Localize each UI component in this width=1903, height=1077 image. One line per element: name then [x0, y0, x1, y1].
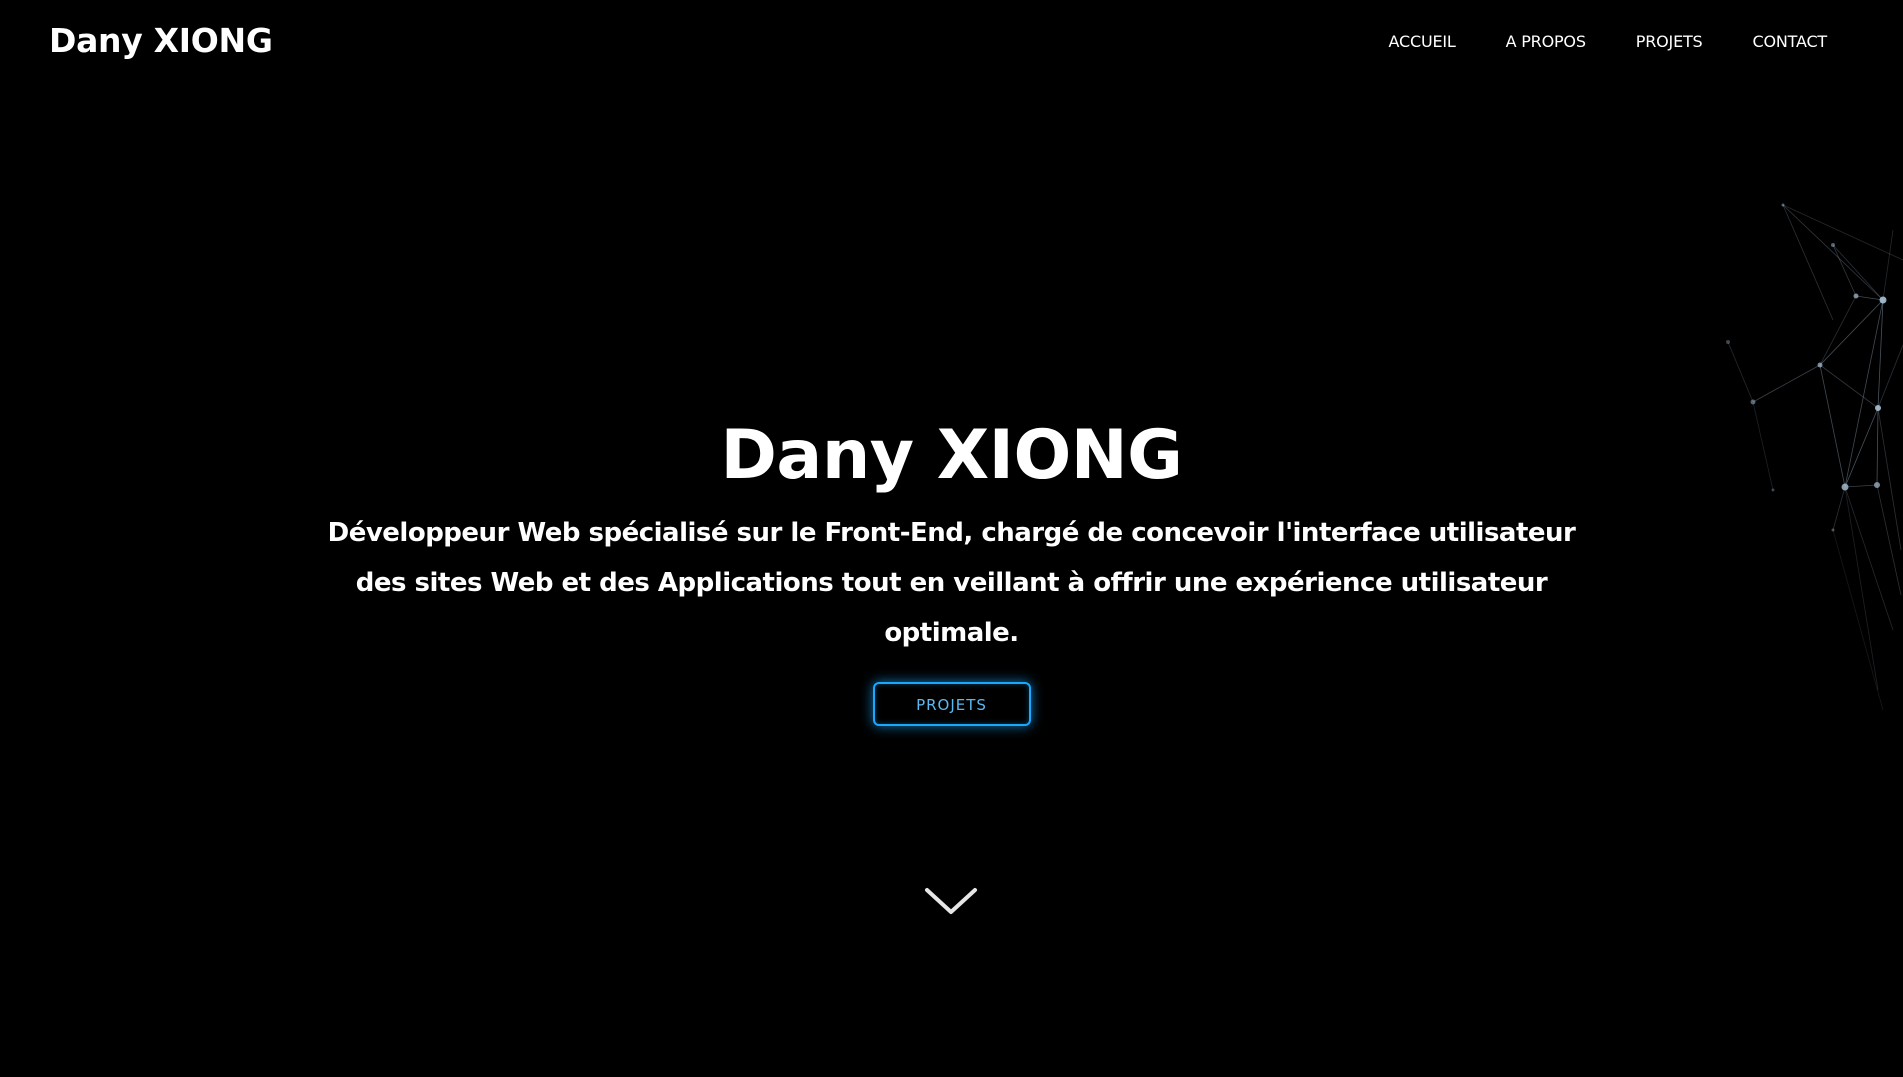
nav-a-propos[interactable]: A PROPOS — [1506, 32, 1586, 51]
projects-button[interactable]: PROJETS — [872, 682, 1031, 726]
main-nav: ACCUEIL A PROPOS PROJETS CONTACT — [1389, 32, 1828, 51]
site-logo[interactable]: Dany XIONG — [49, 21, 273, 60]
hero-title: Dany XIONG — [720, 416, 1183, 495]
hero-description: Développeur Web spécialisé sur le Front-… — [327, 518, 1576, 648]
site-header: Dany XIONG ACCUEIL A PROPOS PROJETS CONT… — [0, 0, 1903, 86]
hero-section: Dany XIONG Développeur Web spécialisé su… — [0, 410, 1903, 726]
nav-accueil[interactable]: ACCUEIL — [1389, 32, 1456, 51]
chevron-down-icon[interactable] — [923, 884, 979, 920]
nav-contact[interactable]: CONTACT — [1753, 32, 1828, 51]
nav-projets[interactable]: PROJETS — [1636, 32, 1703, 51]
